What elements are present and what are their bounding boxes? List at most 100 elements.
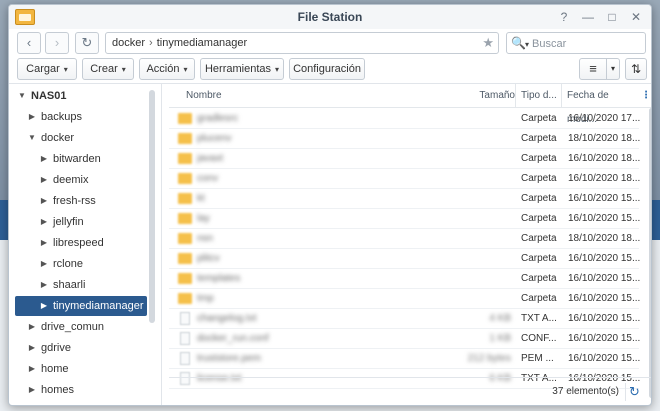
refresh-icon[interactable]: ↻ [625,383,643,401]
table-row[interactable]: nsn Carpeta 18/10/2020 18... [169,229,640,249]
settings-button[interactable]: Configuración [289,58,365,80]
refresh-button[interactable]: ↻ [75,32,99,54]
upload-button[interactable]: Cargar ▾ [17,58,77,80]
cell-size: 1 KB [489,333,511,344]
sidebar-item-docker[interactable]: ▼ docker [15,128,147,148]
table-row[interactable]: changelog.txt 4 KB TXT A... 16/10/2020 15..… [169,309,640,329]
sidebar-item-jellyfin[interactable]: ▶ jellyfin [15,212,147,232]
expand-right-icon[interactable]: ▶ [27,317,37,337]
window-controls: ? — □ ✕ [557,9,643,25]
star-icon[interactable]: ★ [482,33,494,53]
table-row[interactable]: templates Carpeta 16/10/2020 15... [169,269,640,289]
window-title: File Station [297,10,363,24]
sidebar-item-rclone[interactable]: ▶ rclone [15,254,147,274]
expand-right-icon[interactable]: ▶ [39,254,49,274]
cell-type: PEM ... [521,353,554,364]
sidebar-scrollbar[interactable] [149,90,155,323]
file-icon [180,352,190,365]
cell-size [449,289,511,309]
folder-icon [178,133,192,144]
cell-type: Carpeta [521,153,557,164]
sidebar-item-tinymediamanager[interactable]: ▶ tinymediamanager [15,296,147,316]
view-mode-icon[interactable]: ≡ [579,58,607,80]
expand-right-icon[interactable]: ▶ [39,233,49,253]
cell-size [449,269,511,289]
table-row[interactable]: conv Carpeta 16/10/2020 18... [169,169,640,189]
expand-right-icon[interactable]: ▶ [27,359,37,379]
sort-icon[interactable]: ⇅ [625,58,647,80]
path-bar[interactable]: docker › tinymediamanager ★ [105,32,499,54]
sidebar-item-bitwarden[interactable]: ▶ bitwarden [15,149,147,169]
expand-right-icon[interactable]: ▶ [39,212,49,232]
expand-right-icon[interactable]: ▶ [27,380,37,400]
column-header-size[interactable]: Tamaño [475,84,515,108]
file-list: Nombre Tamaño Tipo d... Fecha de modi...… [169,84,651,405]
title-bar[interactable]: File Station ? — □ ✕ [9,5,651,29]
cell-date: 16/10/2020 18... [568,173,641,184]
expand-down-icon[interactable]: ▼ [17,86,27,106]
table-row[interactable]: plitcv Carpeta 16/10/2020 15... [169,249,640,269]
cell-size [449,229,511,249]
column-menu-icon[interactable]: ⋮ [641,84,651,108]
cell-size [449,189,511,209]
sidebar-item-nas01[interactable]: ▼ NAS01 [15,86,147,106]
navigation-bar: ‹ › ↻ docker › tinymediamanager ★ 🔍▾ Buscar [9,29,651,57]
sidebar-item-label: gdrive [41,342,71,354]
panel-divider[interactable] [161,84,162,405]
cell-name: conv [197,173,219,184]
back-button[interactable]: ‹ [17,32,41,54]
column-header-name[interactable]: Nombre [169,84,515,108]
expand-right-icon[interactable]: ▶ [39,149,49,169]
cell-type: Carpeta [521,233,557,244]
file-list-scrollbar[interactable] [649,108,651,398]
minimize-icon[interactable]: — [581,9,595,25]
expand-right-icon[interactable]: ▶ [27,338,37,358]
sidebar-item-gdrive[interactable]: ▶ gdrive [15,338,147,358]
sidebar-item-librespeed[interactable]: ▶ librespeed [15,233,147,253]
search-box[interactable]: 🔍▾ Buscar [506,32,646,54]
path-segment-docker[interactable]: docker [112,37,145,49]
sidebar-item-home[interactable]: ▶ home [15,359,147,379]
path-segment-tinymediamanager[interactable]: tinymediamanager [157,37,248,49]
expand-right-icon[interactable]: ▶ [27,107,37,127]
tools-button[interactable]: Herramientas ▾ [200,58,284,80]
expand-down-icon[interactable]: ▼ [27,128,37,148]
table-row[interactable]: kt Carpeta 16/10/2020 15... [169,189,640,209]
table-row[interactable]: tmp Carpeta 16/10/2020 15... [169,289,640,309]
search-icon: 🔍 [511,36,526,50]
table-row[interactable]: docker_run.conf 1 KB CONF... 16/10/2020 15.… [169,329,640,349]
help-icon[interactable]: ? [557,9,571,25]
sidebar-item-backups[interactable]: ▶ backups [15,107,147,127]
sidebar-item-homes[interactable]: ▶ homes [15,380,147,400]
action-button[interactable]: Acción ▾ [139,58,195,80]
table-row[interactable]: lay Carpeta 16/10/2020 15... [169,209,640,229]
maximize-icon[interactable]: □ [605,9,619,25]
cell-type: Carpeta [521,253,557,264]
table-row[interactable]: plucenv Carpeta 18/10/2020 18... [169,129,640,149]
expand-right-icon[interactable]: ▶ [39,191,49,211]
create-button[interactable]: Crear ▾ [82,58,134,80]
cell-name: plucenv [197,133,232,144]
search-input[interactable]: Buscar [532,38,566,50]
cell-date: 16/10/2020 15... [568,293,641,304]
forward-button[interactable]: › [45,32,69,54]
expand-right-icon[interactable]: ▶ [39,296,49,316]
cell-type: CONF... [521,333,557,344]
expand-right-icon[interactable]: ▶ [39,170,49,190]
table-row[interactable]: gradlesrc Carpeta 16/10/2020 17... [169,109,640,129]
sidebar-item-fresh-rss[interactable]: ▶ fresh-rss [15,191,147,211]
close-icon[interactable]: ✕ [629,9,643,25]
sidebar-item-deemix[interactable]: ▶ deemix [15,170,147,190]
sidebar-item-drive-comun[interactable]: ▶ drive_comun [15,317,147,337]
sidebar-item-label: rclone [53,258,83,270]
column-header-date[interactable]: Fecha de modi... [561,84,641,125]
column-header-type[interactable]: Tipo d... [515,84,561,108]
view-mode-caret-icon[interactable]: ▾ [606,58,620,80]
cell-date: 18/10/2020 18... [568,233,641,244]
cell-size: 212 bytes [467,353,511,364]
sidebar-item-shaarli[interactable]: ▶ shaarli [15,275,147,295]
table-row[interactable]: javaxt Carpeta 16/10/2020 18... [169,149,640,169]
expand-right-icon[interactable]: ▶ [39,275,49,295]
search-options-caret-icon[interactable]: ▾ [525,40,529,49]
table-row[interactable]: truststore.pem 212 bytes PEM ... 16/10/2020… [169,349,640,369]
